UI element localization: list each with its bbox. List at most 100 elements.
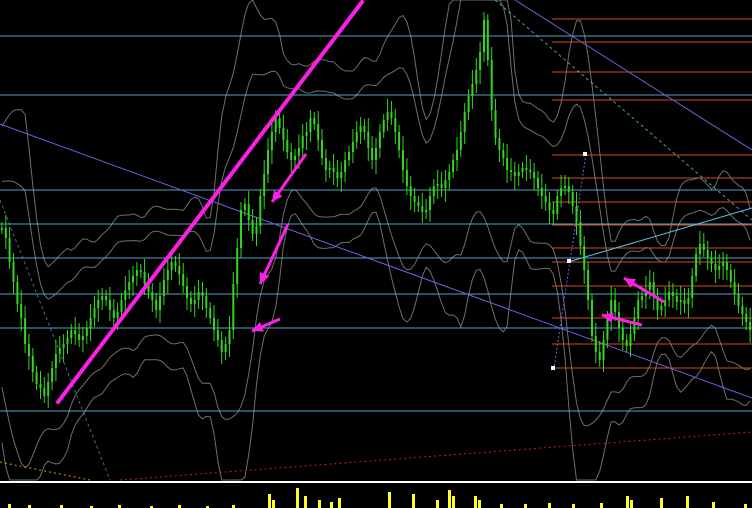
candle-body: [205, 296, 208, 308]
candle-body: [128, 282, 131, 290]
candle-body: [691, 276, 694, 298]
indicator-bar: [304, 496, 307, 508]
price-chart[interactable]: [0, 0, 752, 508]
candle-body: [540, 188, 543, 196]
candle-body: [236, 248, 239, 284]
candle-body: [43, 388, 46, 396]
candle-body: [386, 112, 389, 120]
candle-body: [286, 140, 289, 152]
candle-body: [348, 152, 350, 160]
candle-body: [490, 60, 493, 110]
candle-body: [544, 196, 547, 202]
indicator-bar: [330, 502, 333, 508]
candle-body: [390, 112, 393, 118]
candle-body: [552, 210, 555, 214]
candle-body: [209, 308, 212, 318]
candle-body: [332, 168, 335, 172]
candle-body: [660, 306, 663, 310]
candle-body: [135, 270, 138, 276]
indicator-bar: [524, 504, 527, 508]
candle-body: [606, 318, 609, 340]
candle-body: [506, 158, 509, 170]
candle-body: [479, 52, 482, 70]
candle-body: [718, 266, 721, 270]
candle-body: [243, 204, 246, 210]
candle-body: [733, 282, 736, 294]
candle-body: [382, 120, 385, 132]
candle-body: [12, 262, 15, 282]
indicator-bar: [600, 503, 603, 508]
candle-body: [683, 300, 686, 304]
candle-body: [101, 296, 104, 300]
candle-body: [81, 336, 84, 340]
candle-body: [166, 270, 169, 280]
candle-body: [143, 272, 146, 284]
candle-body: [668, 292, 671, 300]
candle-body: [436, 184, 439, 186]
candle-body: [741, 306, 744, 314]
candle-body: [282, 128, 285, 140]
candle-body: [556, 196, 559, 214]
candle-body: [85, 328, 88, 336]
candle-body: [591, 300, 593, 336]
candle-body: [633, 318, 636, 334]
indicator-bar: [452, 496, 455, 508]
candle-body: [24, 318, 27, 344]
candle-body: [456, 150, 458, 160]
candle-body: [702, 244, 705, 250]
candle-body: [216, 330, 219, 340]
candle-body: [467, 96, 470, 112]
candle-body: [463, 112, 466, 132]
candle-body: [278, 118, 281, 128]
candle-body: [671, 292, 674, 296]
candle-body: [174, 262, 177, 266]
candle-body: [444, 180, 447, 188]
indicator-bar: [272, 500, 275, 508]
candle-body: [20, 304, 23, 318]
candle-body: [594, 336, 597, 352]
candle-body: [324, 158, 327, 170]
candle-body: [120, 300, 123, 312]
candle-body: [710, 258, 713, 264]
candle-body: [413, 196, 416, 202]
indicator-bar: [8, 504, 11, 508]
candle-body: [317, 124, 320, 140]
candle-body: [78, 334, 81, 340]
indicator-bar: [712, 502, 715, 508]
candle-body: [31, 356, 34, 372]
candle-body: [112, 310, 115, 318]
indicator-bar: [626, 496, 629, 508]
candle-body: [39, 384, 42, 388]
candle-body: [255, 226, 258, 234]
chart-background: [0, 0, 752, 508]
candle-body: [575, 206, 578, 222]
candle-body: [537, 178, 539, 188]
candle-body: [116, 312, 119, 318]
candle-body: [336, 172, 339, 178]
candle-body: [378, 132, 381, 148]
candle-body: [459, 132, 462, 150]
chart-canvas[interactable]: [0, 0, 752, 508]
candle-body: [579, 222, 582, 246]
candle-body: [186, 286, 188, 298]
candle-body: [729, 270, 732, 282]
candle-body: [309, 118, 312, 132]
candle-body: [521, 168, 524, 172]
candle-body: [263, 174, 266, 196]
candle-body: [475, 70, 478, 84]
candle-body: [340, 172, 343, 178]
candle-body: [251, 220, 254, 234]
candle-body: [240, 210, 242, 248]
candle-body: [201, 292, 204, 296]
candle-body: [706, 250, 709, 258]
candle-body: [8, 238, 11, 262]
candle-body: [197, 292, 200, 300]
candle-body: [471, 84, 474, 96]
candle-body: [97, 300, 100, 308]
indicator-bar: [296, 488, 299, 508]
indicator-bar: [478, 500, 481, 508]
candle-body: [525, 168, 528, 170]
candle-body: [294, 156, 296, 160]
candle-body: [564, 186, 566, 188]
indicator-bar: [548, 503, 551, 508]
